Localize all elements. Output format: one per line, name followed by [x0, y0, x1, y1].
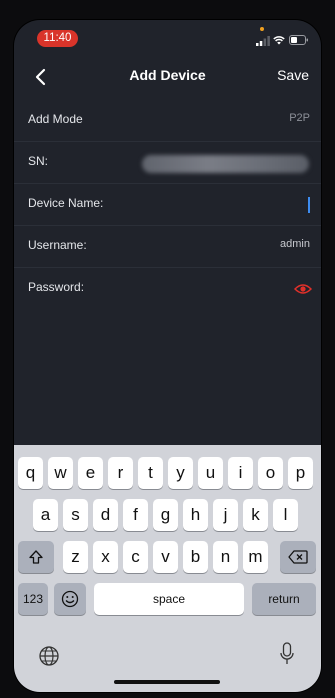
key-w[interactable]: w: [48, 457, 73, 489]
username-label: Username:: [28, 238, 87, 252]
sn-row[interactable]: SN:: [14, 142, 321, 184]
emoji-icon: [61, 590, 79, 608]
status-bar: 11:40: [14, 20, 321, 54]
key-v[interactable]: v: [153, 541, 178, 573]
return-key[interactable]: return: [252, 583, 316, 615]
key-j[interactable]: j: [213, 499, 238, 531]
key-e[interactable]: e: [78, 457, 103, 489]
key-r[interactable]: r: [108, 457, 133, 489]
sn-label: SN:: [28, 154, 49, 168]
phone-screen: 11:40 Add Device Save Add Mode P2P SN: D…: [14, 20, 321, 692]
key-k[interactable]: k: [243, 499, 268, 531]
page-title: Add Device: [129, 67, 206, 83]
key-d[interactable]: d: [93, 499, 118, 531]
privacy-indicator-icon: [260, 27, 264, 31]
globe-icon[interactable]: [38, 645, 60, 667]
status-time: 11:40: [37, 30, 78, 47]
key-a[interactable]: a: [33, 499, 58, 531]
add-mode-row[interactable]: Add Mode P2P: [14, 100, 321, 142]
add-mode-label: Add Mode: [28, 112, 83, 126]
key-b[interactable]: b: [183, 541, 208, 573]
show-password-eye-icon[interactable]: [294, 282, 312, 296]
emoji-key[interactable]: [54, 583, 86, 615]
key-o[interactable]: o: [258, 457, 283, 489]
shift-key[interactable]: [18, 541, 54, 573]
sn-value-redacted: [142, 155, 309, 173]
delete-key[interactable]: [280, 541, 316, 573]
space-key[interactable]: space: [94, 583, 244, 615]
key-h[interactable]: h: [183, 499, 208, 531]
password-label: Password:: [28, 280, 85, 294]
on-screen-keyboard: q w e r t y u i o p a s d f g h j k l z …: [14, 445, 321, 692]
wifi-icon: [273, 36, 285, 45]
battery-icon: [289, 35, 308, 45]
key-p[interactable]: p: [288, 457, 313, 489]
key-z[interactable]: z: [63, 541, 88, 573]
key-l[interactable]: l: [273, 499, 298, 531]
key-q[interactable]: q: [18, 457, 43, 489]
home-indicator[interactable]: [114, 680, 220, 684]
key-m[interactable]: m: [243, 541, 268, 573]
numbers-key[interactable]: 123: [18, 583, 48, 615]
device-name-input-cursor[interactable]: [308, 197, 310, 213]
add-device-form: Add Mode P2P SN: Device Name: Username: …: [14, 100, 321, 309]
save-button[interactable]: Save: [277, 67, 309, 83]
shift-icon: [29, 550, 43, 564]
device-name-label: Device Name:: [28, 196, 104, 210]
key-i[interactable]: i: [228, 457, 253, 489]
username-field[interactable]: admin: [280, 238, 310, 250]
device-name-row[interactable]: Device Name:: [14, 184, 321, 226]
cellular-signal-icon: [256, 36, 270, 46]
backspace-icon: [288, 550, 308, 564]
key-f[interactable]: f: [123, 499, 148, 531]
navigation-bar: Add Device Save: [14, 54, 321, 100]
username-row[interactable]: Username: admin: [14, 226, 321, 268]
key-n[interactable]: n: [213, 541, 238, 573]
key-g[interactable]: g: [153, 499, 178, 531]
microphone-icon[interactable]: [280, 642, 294, 666]
password-row[interactable]: Password:: [14, 268, 321, 309]
key-y[interactable]: y: [168, 457, 193, 489]
key-x[interactable]: x: [93, 541, 118, 573]
key-c[interactable]: c: [123, 541, 148, 573]
add-mode-value: P2P: [289, 112, 310, 124]
key-t[interactable]: t: [138, 457, 163, 489]
key-u[interactable]: u: [198, 457, 223, 489]
key-s[interactable]: s: [63, 499, 88, 531]
